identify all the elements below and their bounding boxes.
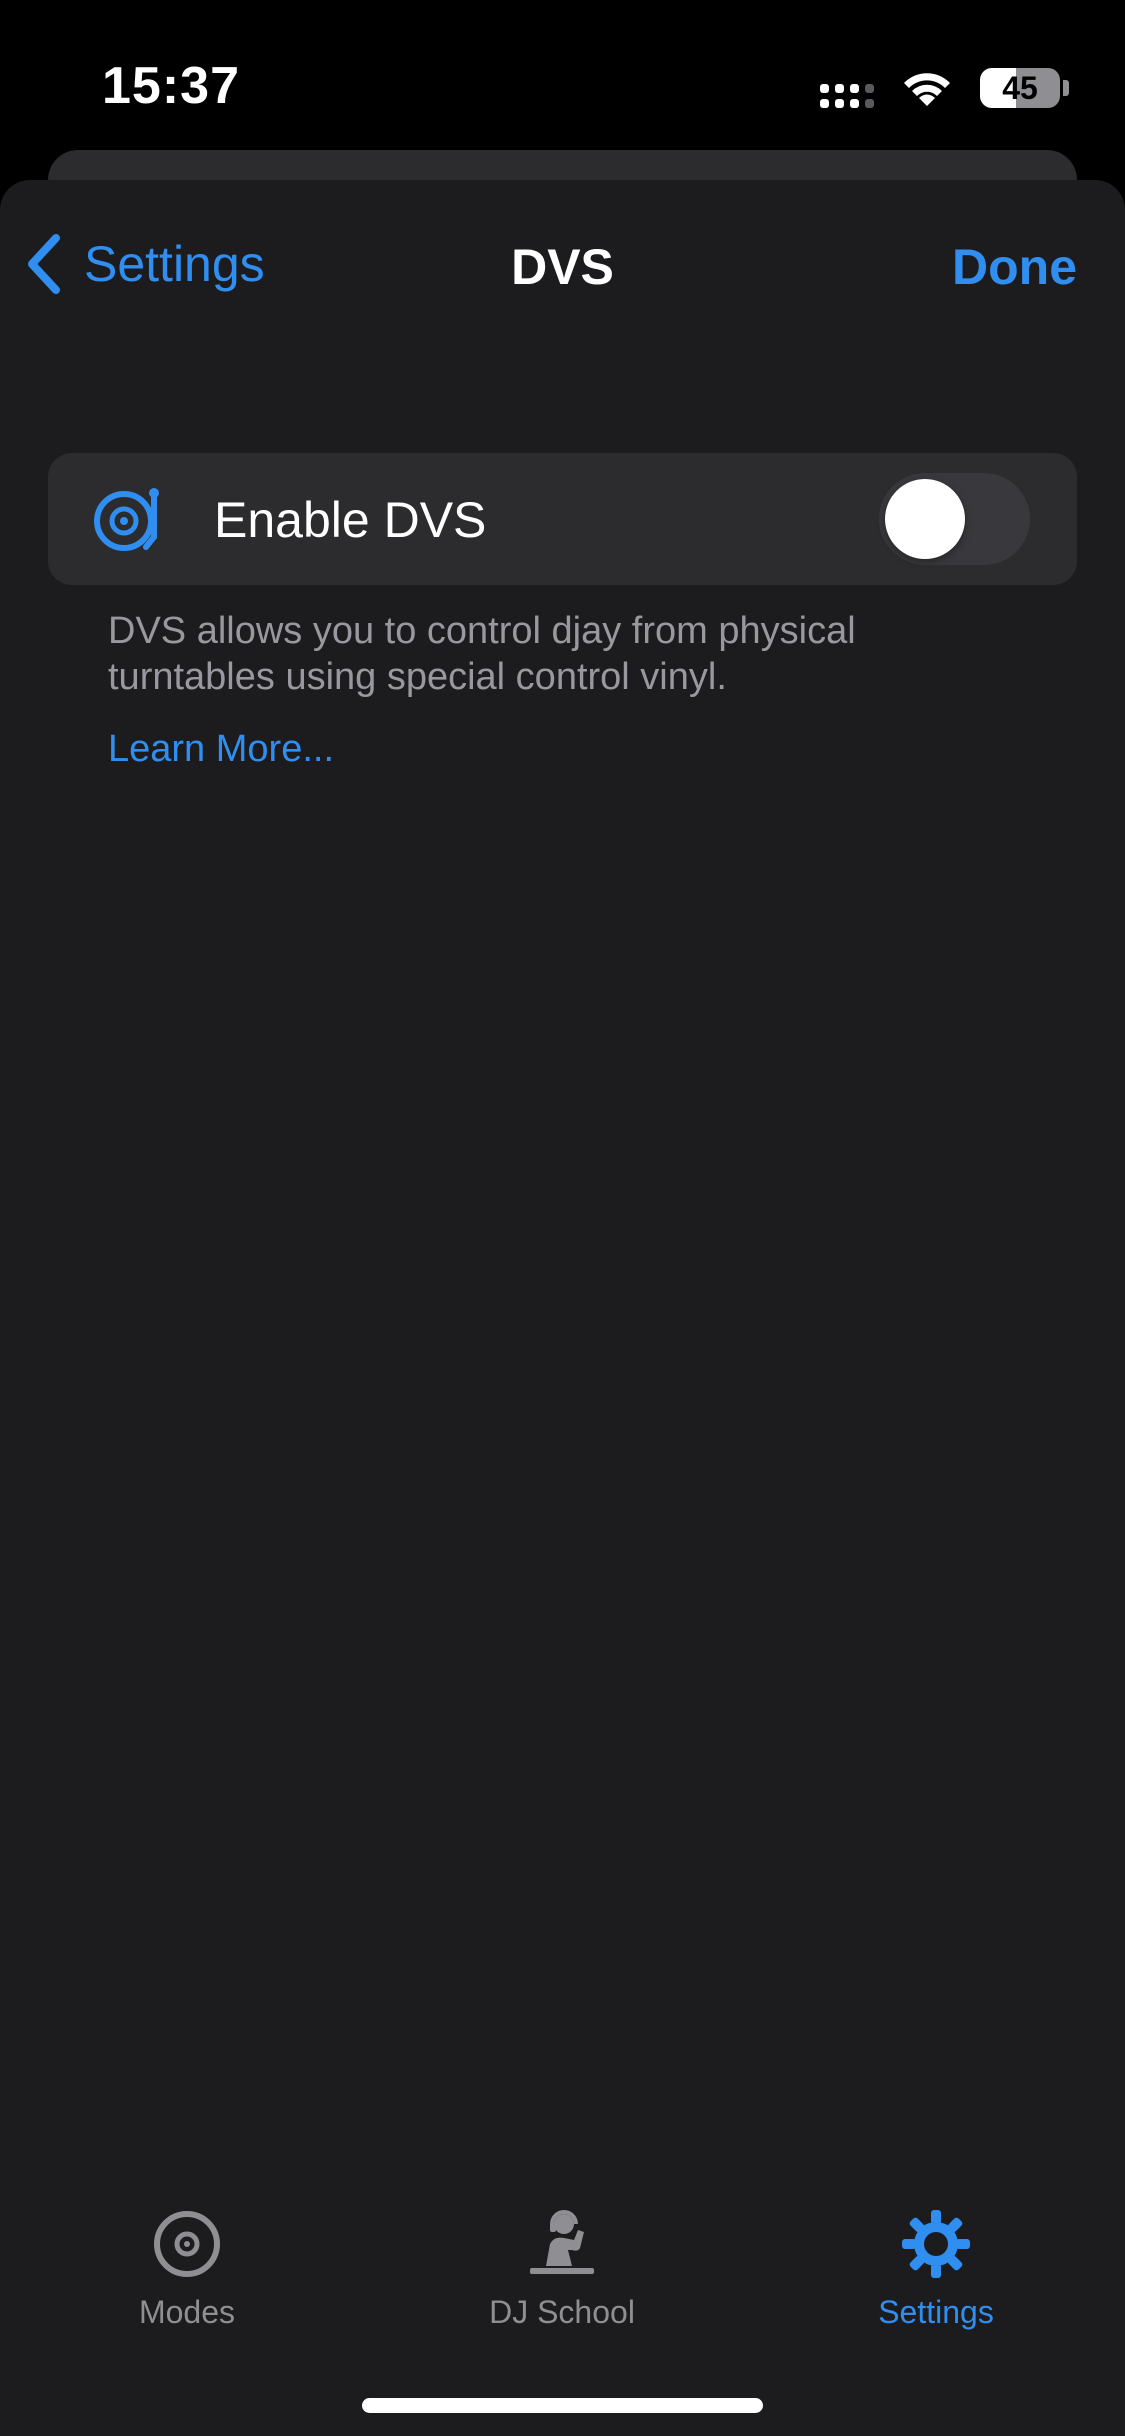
tab-dj-school[interactable]: DJ School [432, 2208, 692, 2331]
status-icons: 45 [820, 64, 1069, 112]
tab-label: Modes [138, 2294, 236, 2330]
status-time: 15:37 [102, 57, 240, 115]
cellular-signal-icon [820, 68, 874, 108]
settings-sheet: Settings DVS Done Enable DVS DVS allows … [0, 180, 1125, 2436]
learn-more-link[interactable]: Learn More... [108, 728, 334, 771]
back-button-label: Settings [84, 236, 265, 292]
chevron-left-icon [28, 234, 60, 294]
dvs-description: DVS allows you to control djay from phys… [108, 610, 856, 698]
modes-disc-icon [154, 2211, 220, 2277]
wifi-icon [904, 73, 950, 106]
toggle-knob [885, 479, 965, 559]
enable-dvs-toggle[interactable] [879, 473, 1030, 565]
turntable-icon [94, 488, 159, 551]
battery-percent: 45 [1002, 69, 1038, 106]
tab-label: Settings [878, 2294, 994, 2330]
home-indicator[interactable] [362, 2398, 763, 2413]
enable-dvs-row: Enable DVS [48, 453, 1077, 585]
enable-dvs-label: Enable DVS [214, 492, 487, 548]
battery-icon: 45 [980, 68, 1060, 108]
status-bar: 15:37 45 [0, 0, 1125, 150]
back-button[interactable]: Settings [22, 232, 265, 296]
tab-modes[interactable]: Modes [57, 2208, 317, 2331]
tab-label: DJ School [489, 2294, 635, 2330]
done-button[interactable]: Done [952, 238, 1077, 296]
tab-settings[interactable]: Settings [806, 2208, 1066, 2331]
gear-icon [902, 2210, 970, 2278]
dj-school-icon [530, 2210, 594, 2274]
